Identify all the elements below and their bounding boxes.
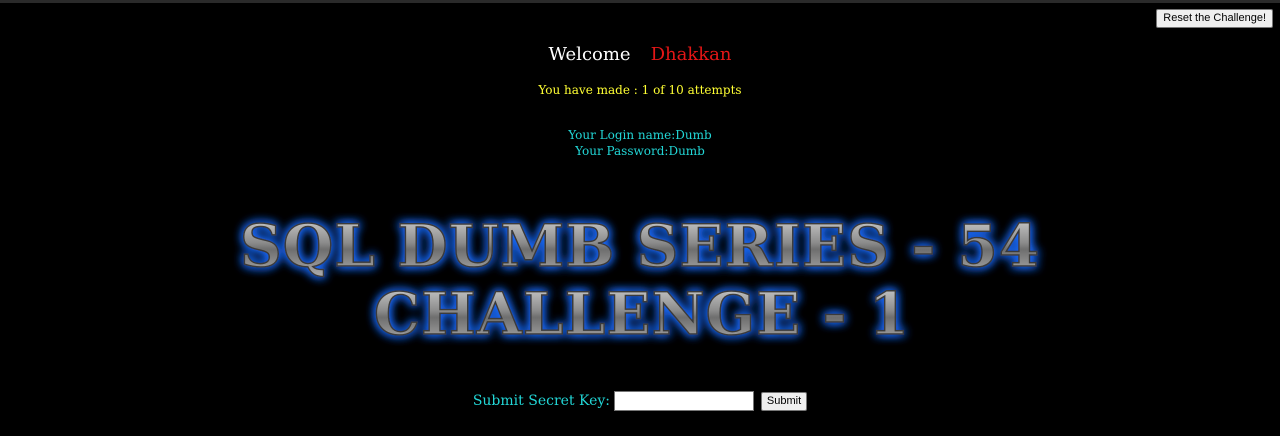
reset-challenge-button[interactable]: Reset the Challenge!: [1156, 9, 1273, 28]
challenge-banner: SQL DUMB SERIES - 54 CHALLENGE - 1: [190, 200, 1090, 346]
password-text: Your Password:Dumb: [575, 144, 705, 158]
user-name: Dhakkan: [650, 44, 732, 65]
secret-key-form: Submit Secret Key: Submit: [0, 390, 1280, 412]
banner-image: SQL DUMB SERIES - 54 CHALLENGE - 1: [190, 200, 1090, 346]
banner-line-2: CHALLENGE - 1: [374, 280, 910, 346]
banner-line-1: SQL DUMB SERIES - 54: [240, 212, 1040, 280]
secret-key-label: Submit Secret Key:: [472, 393, 610, 409]
secret-key-input[interactable]: [614, 391, 755, 411]
login-name-text: Your Login name:Dumb: [568, 128, 712, 142]
welcome-row: Welcome Dhakkan: [0, 44, 1280, 66]
welcome-text: Welcome: [548, 44, 631, 65]
attempts-counter: You have made : 1 of 10 attempts: [538, 83, 742, 97]
submit-button[interactable]: Submit: [760, 391, 808, 411]
top-border: [0, 0, 1280, 3]
credentials-block: Your Login name:Dumb Your Password:Dumb: [0, 127, 1280, 159]
